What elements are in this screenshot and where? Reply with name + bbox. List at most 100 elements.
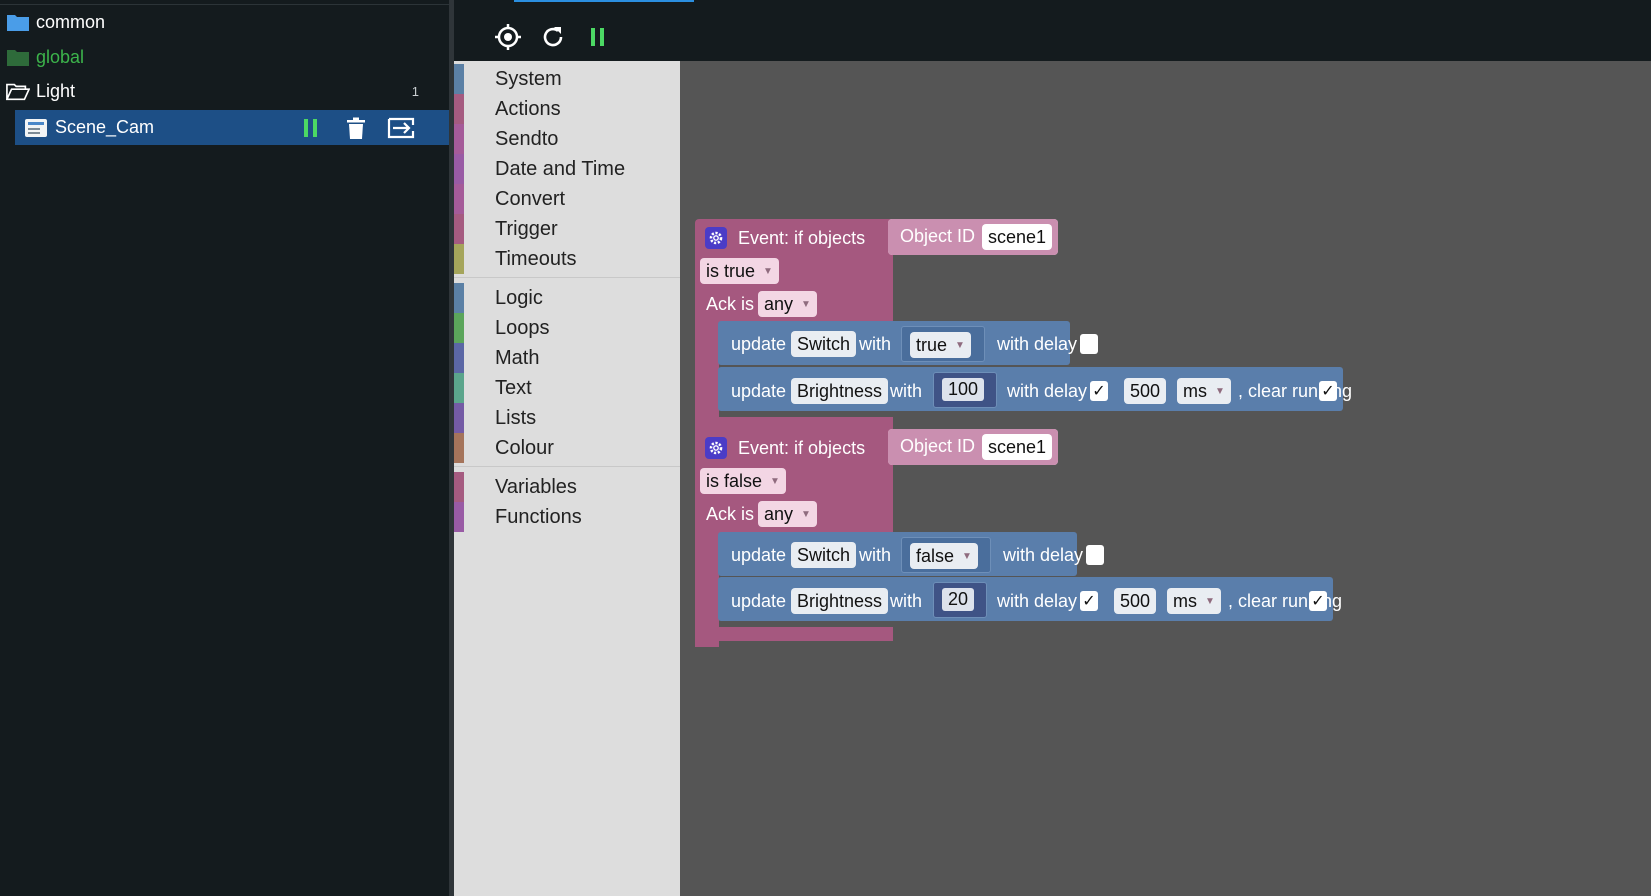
category-lists[interactable]: Lists (454, 403, 680, 433)
pause-button[interactable] (580, 20, 616, 54)
category-logic[interactable]: Logic (454, 283, 680, 313)
category-colour[interactable]: Colour (454, 433, 680, 463)
category-text[interactable]: Text (454, 373, 680, 403)
switch-target-field[interactable]: Switch (791, 331, 857, 357)
script-icon (25, 118, 47, 137)
category-convert[interactable]: Convert (454, 184, 680, 214)
switch-target-field[interactable]: Switch (791, 542, 857, 568)
app-root: common global Light 1 Scene_Cam System A… (0, 0, 1651, 896)
editor-toolbar (454, 0, 1651, 61)
category-actions[interactable]: Actions (454, 94, 680, 124)
delete-script-button[interactable] (341, 114, 371, 142)
locate-button[interactable] (490, 20, 526, 54)
switch-value-dropdown[interactable]: false ▼ (910, 543, 978, 569)
delay-unit: ms (1183, 380, 1207, 401)
object-id-block[interactable]: Object ID scene1 (888, 429, 1058, 465)
condition-dropdown[interactable]: is true ▼ (700, 258, 779, 284)
tree-item-common[interactable]: common (0, 5, 449, 39)
category-color-swatch (454, 433, 464, 463)
with-delay-label: with delay (997, 591, 1078, 611)
clear-running-checkbox[interactable]: ✓ (1319, 381, 1337, 401)
with-keyword: with (890, 381, 923, 401)
category-functions[interactable]: Functions (454, 502, 680, 532)
dropdown-arrow-icon: ▼ (801, 298, 811, 310)
dropdown-arrow-icon: ▼ (1215, 385, 1225, 397)
dropdown-arrow-icon: ▼ (1205, 595, 1215, 607)
brightness-value[interactable]: 20 (942, 588, 975, 611)
category-system[interactable]: System (454, 64, 680, 94)
with-delay-label: with delay (997, 334, 1078, 354)
category-color-swatch (454, 184, 464, 214)
object-id-block[interactable]: Object ID scene1 (888, 219, 1058, 255)
pause-icon (591, 28, 604, 46)
delay-checkbox[interactable] (1086, 545, 1104, 565)
delay-checkbox[interactable] (1080, 334, 1098, 354)
category-color-swatch (454, 94, 464, 124)
brightness-number-block[interactable]: 100 (933, 372, 997, 408)
switch-value-dropdown[interactable]: true ▼ (910, 332, 971, 358)
update-keyword: update (731, 334, 787, 354)
category-timeouts[interactable]: Timeouts (454, 244, 680, 274)
ack-dropdown[interactable]: any ▼ (758, 501, 817, 527)
delay-unit-dropdown[interactable]: ms ▼ (1177, 378, 1231, 404)
category-label: Functions (495, 505, 582, 528)
category-color-swatch (454, 154, 464, 184)
tree-item-light[interactable]: Light 1 (0, 74, 449, 108)
brightness-value[interactable]: 100 (942, 378, 985, 401)
with-delay-label: with delay (1003, 545, 1084, 565)
category-color-swatch (454, 373, 464, 403)
reload-icon (543, 27, 563, 47)
block-toolbox: System Actions Sendto Date and Time Conv… (454, 61, 680, 896)
update-keyword: update (731, 545, 787, 565)
ack-label: Ack is (706, 504, 755, 524)
pause-icon (304, 119, 317, 137)
tree-item-global[interactable]: global (0, 40, 449, 74)
brightness-target-field[interactable]: Brightness (791, 378, 889, 404)
clear-running-checkbox[interactable]: ✓ (1309, 591, 1327, 611)
gear-icon[interactable] (705, 227, 727, 249)
category-sendto[interactable]: Sendto (454, 124, 680, 154)
delay-value-field[interactable]: 500 (1114, 588, 1157, 614)
tree-item-label: Scene_Cam (55, 117, 155, 137)
blockly-workspace[interactable]: Event: if objects Object ID scene1 is tr… (680, 61, 1651, 896)
with-delay-label: with delay (1007, 381, 1088, 401)
condition-value: is true (706, 260, 756, 281)
update-keyword: update (731, 591, 787, 611)
gear-icon[interactable] (705, 437, 727, 459)
tree-item-label: global (36, 46, 85, 67)
object-id-value-field[interactable]: scene1 (982, 434, 1053, 460)
category-math[interactable]: Math (454, 343, 680, 373)
brightness-target-field[interactable]: Brightness (791, 588, 889, 614)
dropdown-arrow-icon: ▼ (801, 508, 811, 520)
category-date-time[interactable]: Date and Time (454, 154, 680, 184)
category-label: Loops (495, 316, 550, 339)
delay-checkbox[interactable]: ✓ (1090, 381, 1108, 401)
brightness-number-block[interactable]: 20 (933, 582, 987, 618)
delay-unit: ms (1173, 590, 1197, 611)
pause-script-button[interactable] (296, 114, 326, 142)
toolbox-separator (454, 466, 680, 467)
delay-checkbox[interactable]: ✓ (1080, 591, 1098, 611)
category-color-swatch (454, 343, 464, 373)
export-script-button[interactable] (386, 114, 416, 142)
category-variables[interactable]: Variables (454, 472, 680, 502)
condition-dropdown[interactable]: is false ▼ (700, 468, 786, 494)
switch-value: false (916, 545, 955, 566)
dropdown-arrow-icon: ▼ (962, 550, 972, 562)
category-loops[interactable]: Loops (454, 313, 680, 343)
restart-button[interactable] (535, 20, 571, 54)
delay-unit-dropdown[interactable]: ms ▼ (1167, 588, 1221, 614)
delay-value-field[interactable]: 500 (1124, 378, 1167, 404)
switch-value: true (916, 334, 948, 355)
category-label: Lists (495, 406, 537, 429)
trash-icon (347, 117, 365, 139)
category-color-swatch (454, 124, 464, 154)
object-id-value-field[interactable]: scene1 (982, 224, 1053, 250)
category-trigger[interactable]: Trigger (454, 214, 680, 244)
crosshair-icon (495, 24, 521, 50)
tree-item-scene-cam[interactable]: Scene_Cam (15, 110, 449, 145)
category-label: Trigger (495, 217, 558, 240)
category-label: System (495, 67, 562, 90)
dropdown-arrow-icon: ▼ (770, 475, 780, 487)
ack-dropdown[interactable]: any ▼ (758, 291, 817, 317)
